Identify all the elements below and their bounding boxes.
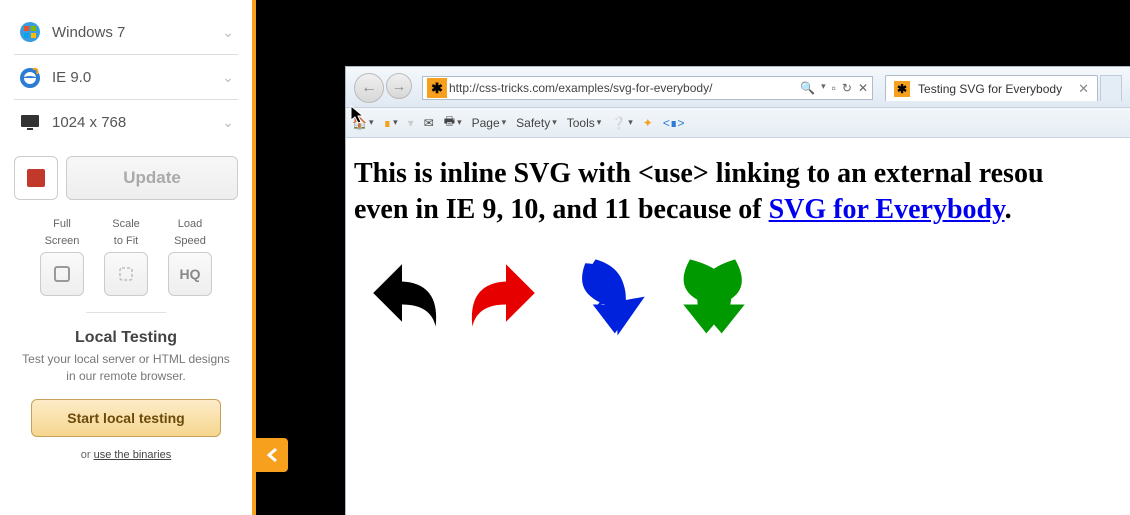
chevron-down-icon: ⌄ [222, 24, 234, 41]
resolution-selector[interactable]: 1024 x 768 ⌄ [14, 100, 238, 144]
new-tab-button[interactable] [1100, 75, 1122, 101]
fullscreen-label-2: Screen [45, 235, 80, 248]
use-binaries-link[interactable]: use the binaries [94, 449, 172, 461]
refresh-icon[interactable]: ↻ [842, 81, 852, 95]
forward-button[interactable]: → [386, 73, 412, 99]
os-label: Windows 7 [52, 24, 222, 41]
os-selector[interactable]: Windows 7 ⌄ [14, 10, 238, 55]
scale-label-1: Scale [112, 218, 140, 231]
back-button[interactable]: ← [354, 73, 384, 103]
speed-label-2: Speed [174, 235, 206, 248]
fullscreen-label-1: Full [53, 218, 71, 231]
content-line-1: This is inline SVG with <use> linking to… [354, 158, 1044, 189]
sidebar: Windows 7 ⌄ IE 9.0 ⌄ 1024 x 768 ⌄ Update [0, 0, 256, 515]
scale-to-fit-button[interactable] [104, 252, 148, 296]
browser-selector[interactable]: IE 9.0 ⌄ [14, 55, 238, 100]
url-text: http://css-tricks.com/examples/svg-for-e… [449, 81, 800, 95]
address-bar[interactable]: ✱ http://css-tricks.com/examples/svg-for… [422, 76, 873, 100]
fullscreen-button[interactable] [40, 252, 84, 296]
monitor-icon [18, 110, 42, 134]
start-local-testing-button[interactable]: Start local testing [31, 399, 221, 437]
print-button[interactable]: 🖶▾ [444, 112, 462, 133]
load-speed-button[interactable]: HQ [168, 252, 212, 296]
local-testing-heading: Local Testing [14, 329, 238, 347]
safety-menu[interactable]: Safety▾ [516, 116, 557, 130]
hq-badge: HQ [180, 266, 201, 283]
tools-menu[interactable]: Tools▾ [567, 116, 602, 130]
scale-label-2: to Fit [114, 235, 138, 248]
local-testing-desc: Test your local server or HTML designs i… [14, 351, 238, 385]
arrow-curve-left-icon [666, 245, 762, 341]
svg-for-everybody-link[interactable]: SVG for Everybody [769, 194, 1005, 225]
favicon-icon: ✱ [427, 78, 447, 98]
browser-label: IE 9.0 [52, 69, 222, 86]
search-icon[interactable]: 🔍 [800, 81, 815, 95]
stop-icon[interactable]: ✕ [858, 81, 868, 95]
bstack-icon[interactable]: ✦ [643, 116, 653, 130]
chevron-down-icon: ⌄ [222, 114, 234, 131]
chevron-left-icon [265, 447, 279, 463]
divider [86, 312, 166, 313]
collapse-sidebar-button[interactable] [256, 438, 288, 472]
browser-tab[interactable]: ✱ Testing SVG for Everybody ✕ [885, 75, 1098, 101]
chevron-down-icon: ⌄ [222, 69, 234, 86]
close-tab-icon[interactable]: ✕ [1078, 81, 1089, 97]
stop-icon [27, 169, 45, 187]
tab-title: Testing SVG for Everybody [918, 82, 1062, 96]
content-line-2a: even in IE 9, 10, and 11 because of [354, 194, 769, 225]
speed-label-1: Load [178, 218, 202, 231]
update-button[interactable]: Update [66, 156, 238, 200]
home-button[interactable]: 🏠▾ [352, 116, 373, 130]
ie-browser-window: ← → ✱ http://css-tricks.com/examples/svg… [345, 66, 1130, 515]
compat-icon[interactable]: ▫ [832, 81, 836, 95]
feeds-button[interactable]: ∎▾ [383, 116, 397, 130]
page-menu[interactable]: Page▾ [472, 116, 507, 130]
ie-toolbar: 🏠▾ ∎▾ ▾ ✉ 🖶▾ Page▾ Safety▾ Tools▾ ❔▾ ✦ <… [346, 108, 1130, 138]
windows-icon [18, 20, 42, 44]
ie-icon [18, 65, 42, 89]
content-line-2b: . [1005, 194, 1012, 225]
page-content: This is inline SVG with <use> linking to… [346, 138, 1130, 359]
stop-button[interactable] [14, 156, 58, 200]
help-button[interactable]: ❔▾ [611, 116, 632, 130]
arrow-down-icon [562, 245, 658, 341]
resolution-label: 1024 x 768 [52, 114, 222, 131]
arrow-right-icon [458, 245, 554, 341]
favicon-icon: ✱ [894, 81, 910, 97]
dev-tools-icon[interactable]: <∎> [663, 116, 685, 130]
read-mail-button[interactable]: ✉ [424, 116, 434, 130]
or-text: or [81, 449, 94, 461]
arrow-left-icon [354, 245, 450, 341]
